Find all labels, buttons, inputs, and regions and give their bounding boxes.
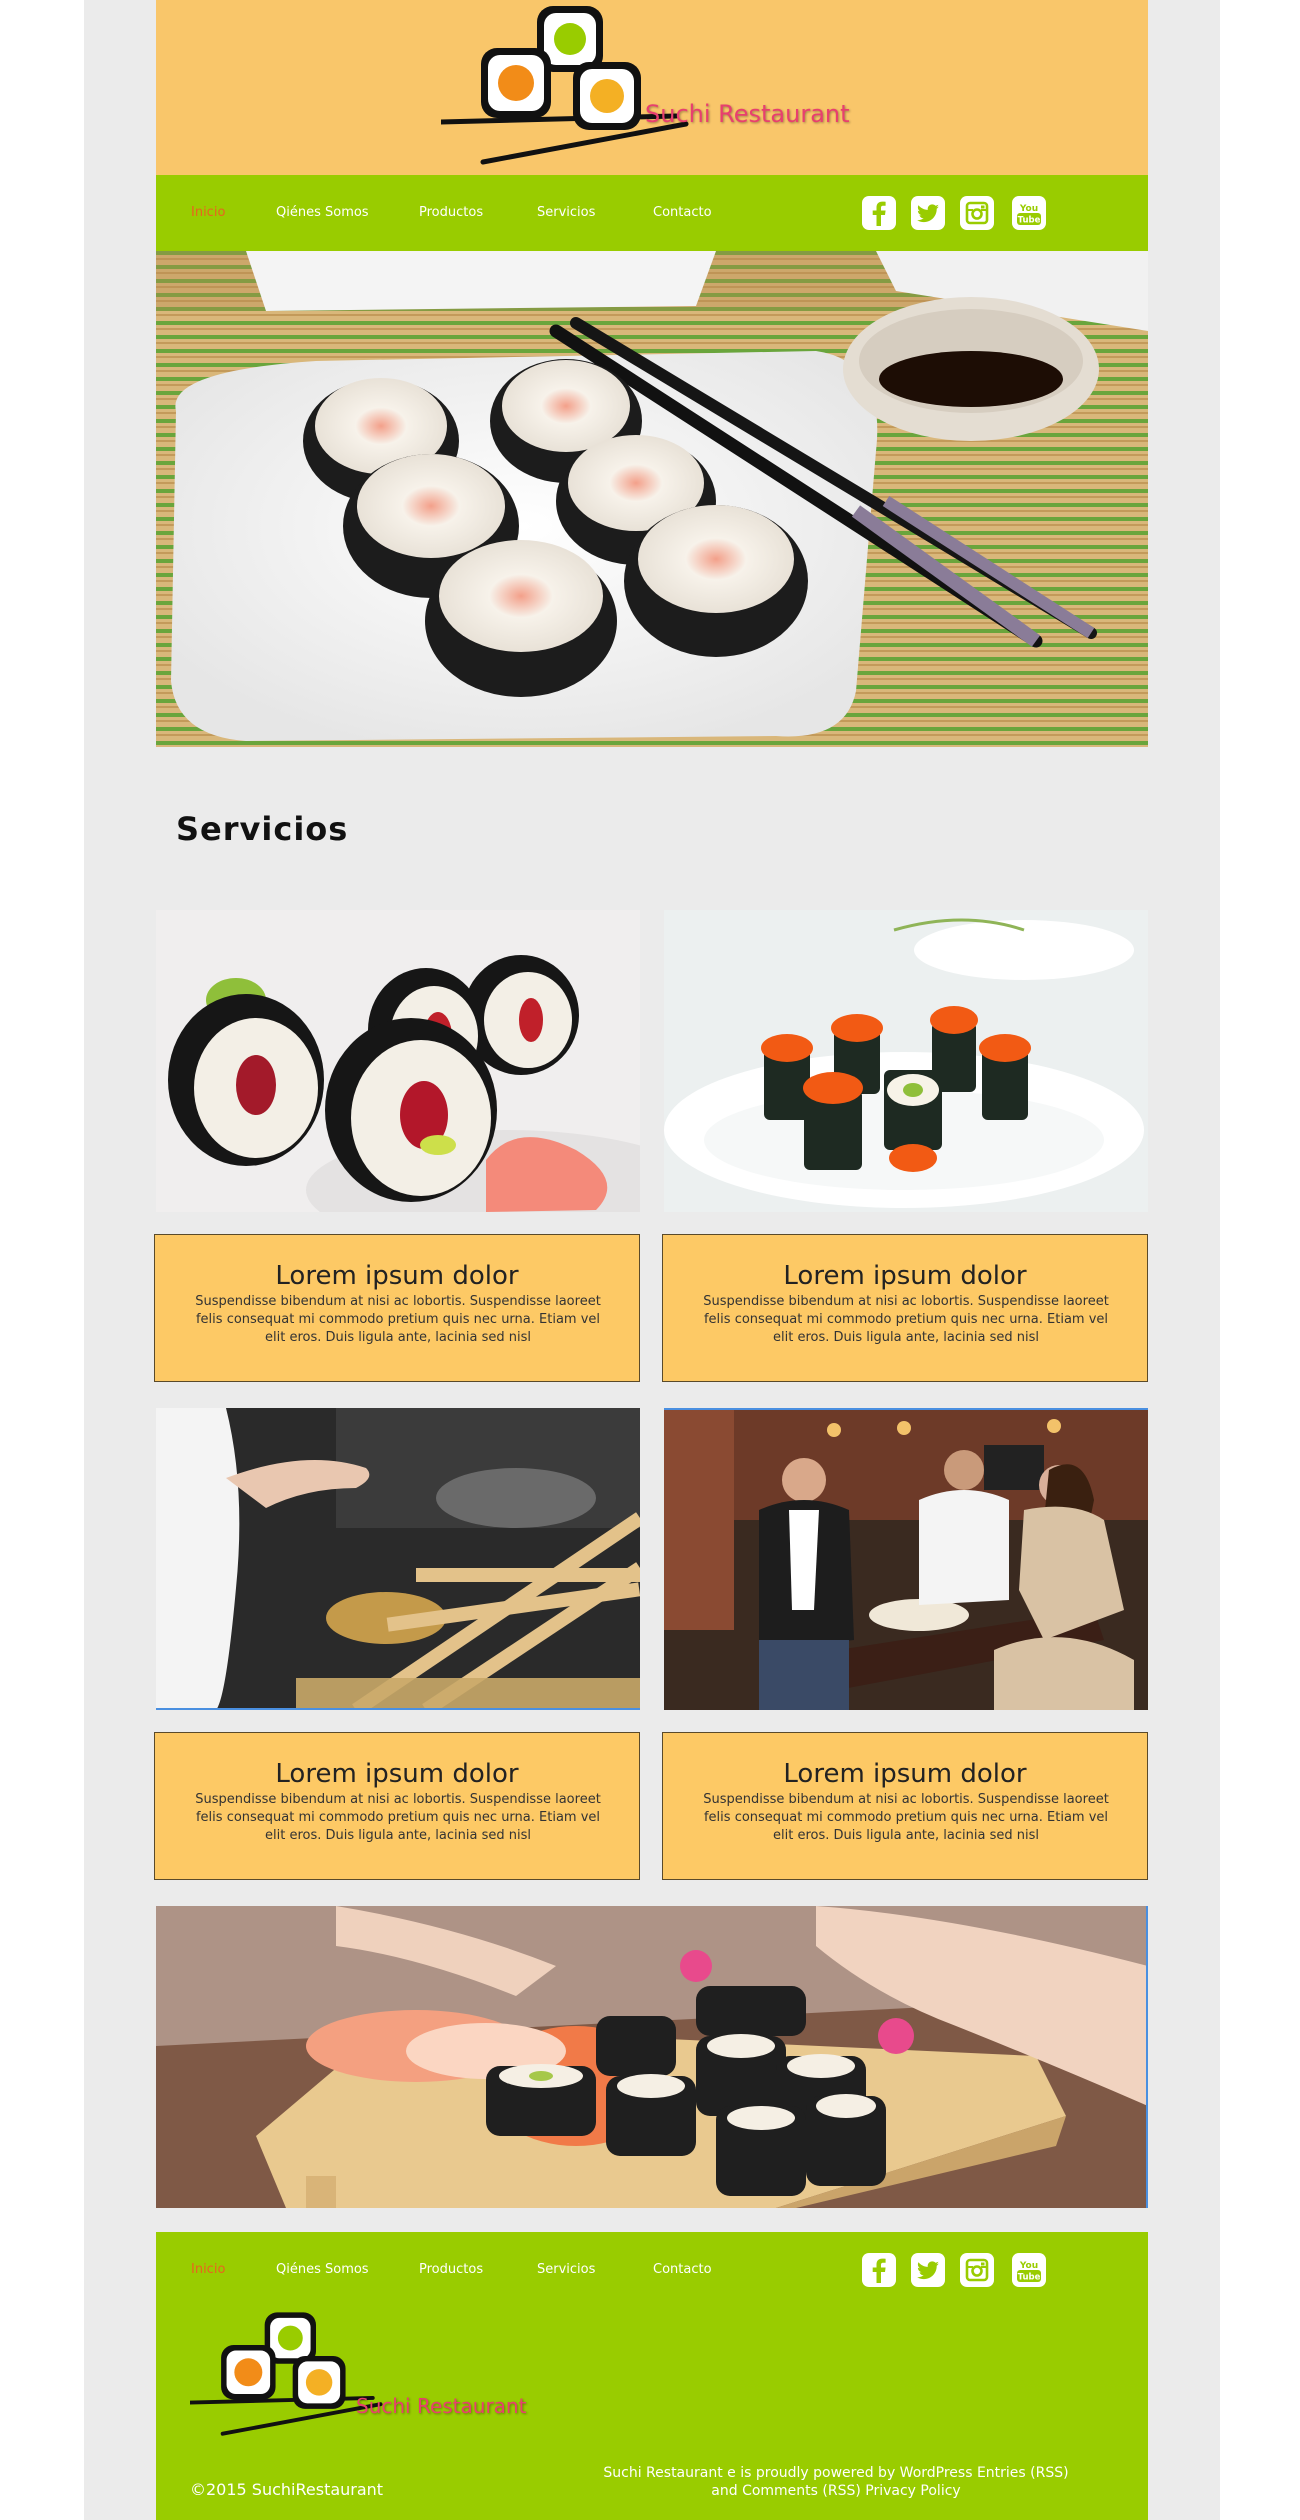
- card-text: Suspendisse bibendum at nisi ac lobortis…: [703, 1294, 1109, 1345]
- site-header: Suchi Restaurant: [156, 0, 1148, 175]
- service-card-2: Lorem ipsum dolor Suspendisse bibendum a…: [662, 1234, 1148, 1382]
- twitter-icon[interactable]: [911, 196, 945, 230]
- footer-nav-quienes-somos[interactable]: Qiénes Somos: [276, 2232, 369, 2308]
- sushi-logo-icon: [438, 6, 689, 165]
- svg-text:You: You: [1019, 2261, 1038, 2271]
- svg-text:Tube: Tube: [1018, 216, 1041, 226]
- footer-nav-productos[interactable]: Productos: [419, 2232, 483, 2308]
- twitter-icon[interactable]: [911, 2253, 945, 2287]
- footer-brand-name: Suchi Restaurant: [356, 2394, 527, 2418]
- sushi-platter-image: [156, 1906, 1148, 2208]
- nav-item-servicios[interactable]: Servicios: [537, 175, 595, 251]
- service-card-3: Lorem ipsum dolor Suspendisse bibendum a…: [154, 1732, 640, 1880]
- youtube-icon[interactable]: You Tube: [1012, 196, 1046, 230]
- instagram-icon[interactable]: [960, 2253, 994, 2287]
- card-title: Lorem ipsum dolor: [783, 1261, 1027, 1291]
- nav-item-quienes-somos[interactable]: Qiénes Somos: [276, 175, 369, 251]
- footer-logo[interactable]: Suchi Restaurant: [188, 2310, 550, 2440]
- facebook-icon[interactable]: [862, 196, 896, 230]
- nav-item-inicio[interactable]: Inicio: [191, 175, 225, 251]
- powered-by-line-2[interactable]: and Comments (RSS) Privacy Policy: [546, 2482, 1126, 2500]
- card-title: Lorem ipsum dolor: [783, 1759, 1027, 1789]
- hero-sushi-image: [156, 251, 1148, 747]
- card-title: Lorem ipsum dolor: [275, 1261, 519, 1291]
- footer-nav-servicios[interactable]: Servicios: [537, 2232, 595, 2308]
- footer-nav-contacto[interactable]: Contacto: [653, 2232, 712, 2308]
- service-card-4: Lorem ipsum dolor Suspendisse bibendum a…: [662, 1732, 1148, 1880]
- site-logo[interactable]: Suchi Restaurant: [438, 4, 861, 169]
- instagram-icon[interactable]: [960, 196, 994, 230]
- card-text: Suspendisse bibendum at nisi ac lobortis…: [195, 1294, 601, 1345]
- section-title: Servicios: [176, 810, 349, 848]
- sushi-logo-icon: [188, 2312, 383, 2436]
- copyright-text: ©2015 SuchiRestaurant: [190, 2480, 384, 2499]
- card-title: Lorem ipsum dolor: [275, 1759, 519, 1789]
- service-photo-2: [664, 910, 1148, 1212]
- youtube-icon[interactable]: You Tube: [1012, 2253, 1046, 2287]
- service-photo-3: [156, 1408, 640, 1710]
- service-photo-1: [156, 910, 640, 1212]
- card-text: Suspendisse bibendum at nisi ac lobortis…: [703, 1792, 1109, 1843]
- main-nav: Inicio Qiénes Somos Productos Servicios …: [156, 175, 1148, 251]
- powered-by-line-1[interactable]: Suchi Restaurant e is proudly powered by…: [546, 2464, 1126, 2482]
- service-card-1: Lorem ipsum dolor Suspendisse bibendum a…: [154, 1234, 640, 1382]
- service-photo-4: [664, 1408, 1148, 1710]
- powered-by-text: Suchi Restaurant e is proudly powered by…: [546, 2464, 1126, 2500]
- site-footer: Inicio Qiénes Somos Productos Servicios …: [156, 2232, 1148, 2520]
- card-text: Suspendisse bibendum at nisi ac lobortis…: [195, 1792, 601, 1843]
- brand-name: Suchi Restaurant: [645, 100, 850, 128]
- nav-item-contacto[interactable]: Contacto: [653, 175, 712, 251]
- facebook-icon[interactable]: [862, 2253, 896, 2287]
- nav-item-productos[interactable]: Productos: [419, 175, 483, 251]
- svg-text:Tube: Tube: [1018, 2273, 1041, 2283]
- footer-nav-inicio[interactable]: Inicio: [191, 2232, 225, 2308]
- svg-text:You: You: [1019, 204, 1038, 214]
